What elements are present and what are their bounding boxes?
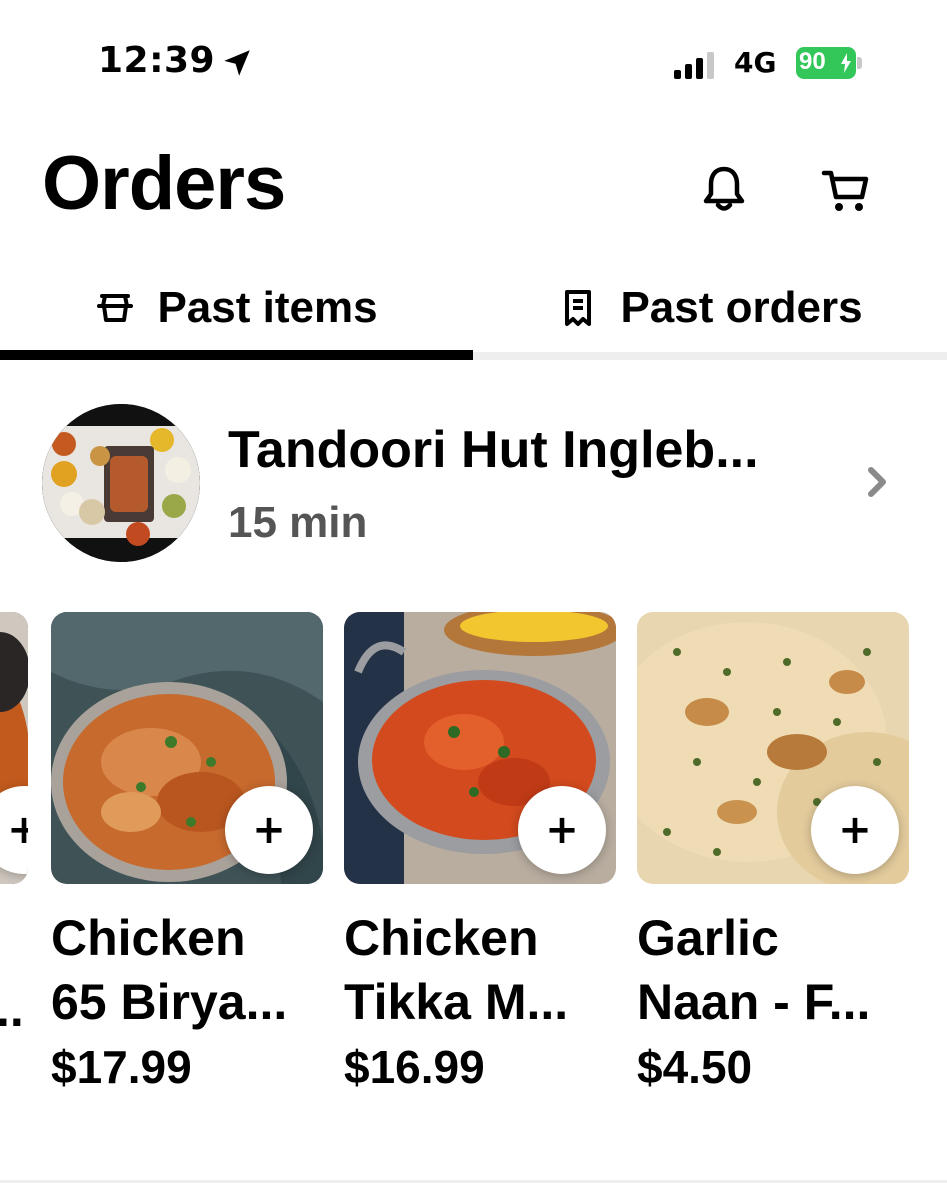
item-name-line: Garlic — [637, 910, 779, 966]
past-items-carousel[interactable]: + .. + Chicken 65 Birya... — [0, 612, 947, 1132]
item-name: Garlic Naan - F... — [637, 906, 937, 1034]
item-name-line: Tikka M... — [344, 974, 569, 1030]
basket-icon — [97, 294, 134, 322]
receipt-icon — [565, 290, 592, 326]
item-name-fragment: .. — [0, 981, 24, 1037]
page-title: Orders — [42, 141, 286, 226]
add-to-cart-button[interactable]: + — [518, 786, 606, 874]
item-name-line: Chicken — [51, 910, 246, 966]
tab-past-orders-label: Past orders — [620, 283, 863, 332]
item-image: + — [637, 612, 909, 884]
signal-icon — [674, 52, 714, 79]
item-name-line: Chicken — [344, 910, 539, 966]
chevron-right-icon[interactable] — [862, 462, 892, 502]
item-image: + — [51, 612, 323, 884]
store-avatar — [42, 404, 200, 562]
item-card[interactable]: + Chicken Tikka M... $16.99 — [344, 612, 616, 1094]
section-divider — [0, 1180, 947, 1183]
item-price: $4.50 — [637, 1041, 753, 1093]
item-name: Chicken Tikka M... — [344, 906, 644, 1034]
tab-past-orders[interactable]: Past orders — [474, 262, 947, 354]
add-to-cart-button[interactable]: + — [811, 786, 899, 874]
status-time: 12:39 — [98, 40, 216, 81]
item-name: Chicken 65 Birya... — [51, 906, 351, 1034]
item-card[interactable]: + Chicken 65 Birya... $17.99 — [51, 612, 323, 1094]
network-type: 4G — [734, 46, 777, 79]
orders-tabs: Past items Past orders — [0, 262, 947, 362]
item-name-line: Naan - F... — [637, 974, 871, 1030]
status-bar: 12:39 4G 90 — [0, 0, 947, 120]
store-row[interactable]: Tandoori Hut Ingleb... 15 min — [0, 400, 947, 565]
item-image: + — [344, 612, 616, 884]
item-card-partial[interactable]: + .. — [0, 612, 28, 1037]
tab-past-items[interactable]: Past items — [0, 262, 473, 354]
cart-icon[interactable] — [820, 165, 872, 217]
add-to-cart-button[interactable]: + — [0, 786, 28, 874]
item-name-line: 65 Birya... — [51, 974, 288, 1030]
item-price: $16.99 — [344, 1041, 485, 1093]
item-image: + — [0, 612, 28, 884]
item-price: $17.99 — [51, 1041, 192, 1093]
tab-active-indicator — [0, 350, 473, 360]
store-eta: 15 min — [228, 498, 368, 547]
tab-past-items-label: Past items — [157, 283, 378, 332]
location-arrow-icon — [224, 50, 250, 76]
bell-icon[interactable] — [698, 163, 750, 215]
battery-level: 90 — [799, 48, 826, 75]
store-name: Tandoori Hut Ingleb... — [228, 421, 759, 479]
battery-charging-icon: 90 — [796, 47, 864, 81]
add-to-cart-button[interactable]: + — [225, 786, 313, 874]
item-card[interactable]: + Garlic Naan - F... $4.50 — [637, 612, 909, 1094]
